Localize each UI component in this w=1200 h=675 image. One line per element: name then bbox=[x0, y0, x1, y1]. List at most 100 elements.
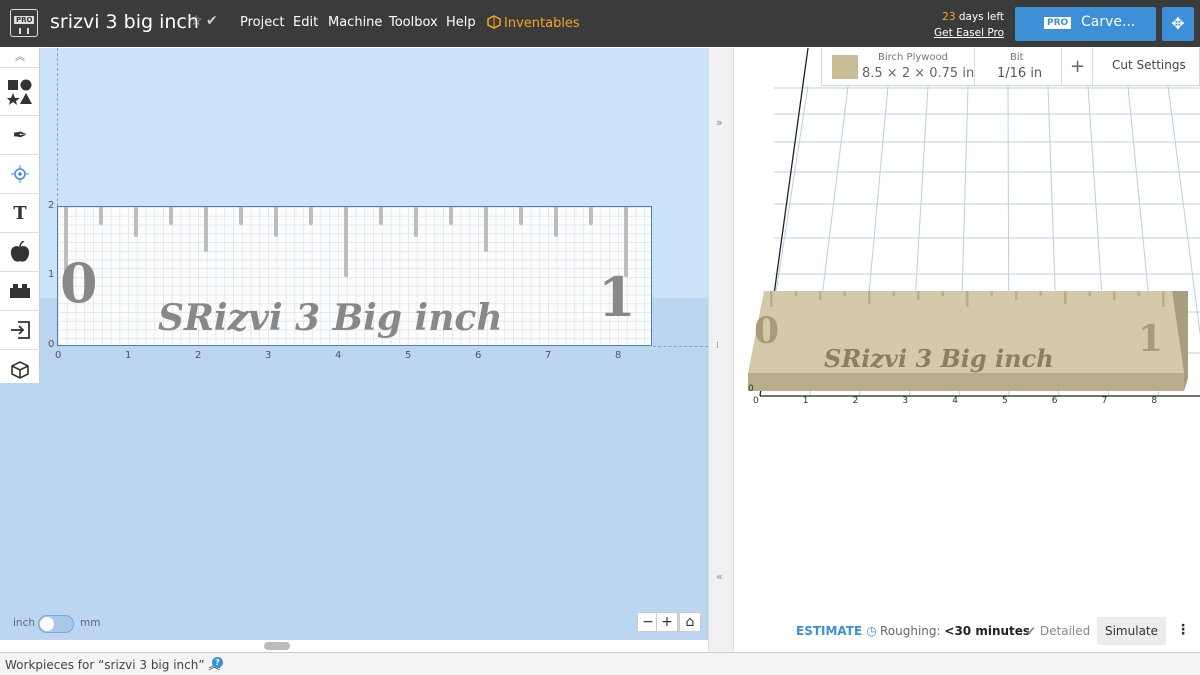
more-options-icon[interactable]: ⋮ bbox=[1176, 622, 1190, 638]
carve-button[interactable]: PRO Carve... bbox=[1015, 7, 1156, 41]
x-axis-label: 0 bbox=[55, 350, 62, 361]
chevron-left-icon[interactable]: « bbox=[716, 570, 723, 583]
x-axis-label: 3 bbox=[265, 350, 272, 361]
menu-machine[interactable]: Machine bbox=[328, 15, 382, 30]
3d-preview[interactable]: 0 1 2 3 4 5 6 7 8 0 0 1 SRizvi 3 Big inch bbox=[734, 48, 1200, 652]
drag-handle-icon[interactable]: ⁞ bbox=[716, 341, 719, 351]
unit-inch-label[interactable]: inch bbox=[13, 617, 35, 629]
trial-info: 23 days left Get Easel Pro bbox=[934, 9, 1004, 41]
ruler-tick bbox=[274, 207, 278, 237]
preview-number-left: 0 bbox=[754, 310, 780, 352]
panel-divider[interactable]: » ⁞ « bbox=[708, 48, 734, 652]
design-canvas-lower[interactable] bbox=[0, 298, 708, 640]
material-name: Birch Plywood bbox=[878, 52, 949, 63]
x-axis-label: 2 bbox=[195, 350, 202, 361]
ruler-tick bbox=[239, 207, 243, 225]
preview-x-label: 5 bbox=[1002, 396, 1008, 406]
menu-project[interactable]: Project bbox=[240, 15, 284, 30]
text-icon[interactable]: T bbox=[0, 194, 40, 233]
box-3d-icon[interactable] bbox=[0, 350, 40, 389]
lego-brick-icon[interactable] bbox=[0, 272, 40, 311]
pen-icon[interactable]: ✒ bbox=[0, 116, 40, 155]
preview-x-label: 1 bbox=[802, 396, 809, 406]
unit-toggle[interactable] bbox=[38, 615, 74, 633]
engraving-text[interactable]: SRizvi 3 Big inch bbox=[158, 297, 503, 339]
carve-pro-badge: PRO bbox=[1044, 17, 1072, 29]
simulate-button[interactable]: Simulate bbox=[1097, 617, 1166, 645]
bit-label: Bit bbox=[1010, 52, 1024, 63]
workpieces-label[interactable]: Workpieces for “srizvi 3 big inch” ︽ bbox=[5, 656, 220, 673]
x-axis-label: 6 bbox=[475, 350, 482, 361]
y-axis-label: 2 bbox=[48, 200, 55, 211]
preview-x-label: 6 bbox=[1051, 396, 1058, 406]
ruler-tick bbox=[414, 207, 418, 237]
y-axis-label: 1 bbox=[48, 269, 55, 280]
ruler-tick bbox=[344, 207, 348, 277]
ruler-tick bbox=[379, 207, 383, 225]
detailed-estimate[interactable]: ✔ Detailed bbox=[1026, 624, 1090, 638]
material-panel[interactable]: Birch Plywood 8.5 × 2 × 0.75 in Bit 1/16… bbox=[821, 48, 1200, 86]
collapse-tools-icon[interactable]: ︽ bbox=[0, 48, 40, 68]
inventables-label: Inventables bbox=[504, 16, 580, 31]
x-axis-label: 8 bbox=[615, 350, 622, 361]
ruler-tick bbox=[169, 207, 173, 225]
carve-label: Carve... bbox=[1081, 14, 1136, 30]
ruler-tick bbox=[589, 207, 593, 225]
trial-days: 23 bbox=[942, 11, 956, 23]
get-easel-pro-link[interactable]: Get Easel Pro bbox=[934, 27, 1004, 39]
preview-x-label: 4 bbox=[952, 396, 958, 406]
roughing-value: <30 minutes bbox=[944, 624, 1031, 638]
ruler-tick bbox=[519, 207, 523, 225]
preview-x-label: 2 bbox=[852, 396, 859, 406]
estimate-label[interactable]: ESTIMATE ◷ bbox=[796, 624, 877, 638]
zoom-in-button[interactable]: + bbox=[656, 612, 678, 632]
ruler-tick bbox=[99, 207, 103, 225]
fullscreen-button[interactable]: ✥ bbox=[1162, 7, 1194, 41]
home-view-button[interactable]: ⌂ bbox=[679, 612, 701, 632]
unit-mm-label[interactable]: mm bbox=[80, 617, 100, 629]
preview-number-right: 1 bbox=[1138, 318, 1164, 360]
menu-toolbox[interactable]: Toolbox bbox=[389, 15, 438, 30]
trial-suffix: days left bbox=[955, 11, 1004, 23]
workpieces-bar[interactable]: Workpieces for “srizvi 3 big inch” ︽ ? bbox=[0, 652, 1200, 675]
apple-apps-icon[interactable] bbox=[0, 233, 40, 272]
top-bar: PRO srizvi 3 big inch ☆ ✔ Project Edit M… bbox=[0, 0, 1200, 47]
clock-icon: ◷ bbox=[866, 624, 877, 638]
roughing-estimate: Roughing: <30 minutes bbox=[880, 624, 1030, 638]
material-swatch[interactable] bbox=[832, 55, 858, 79]
preview-engraving-text: SRizvi 3 Big inch bbox=[824, 344, 1054, 373]
easel-logo-icon[interactable]: PRO bbox=[10, 9, 38, 37]
ruler-tick bbox=[449, 207, 453, 225]
horizontal-scrollbar[interactable] bbox=[264, 642, 290, 650]
ruler-tick bbox=[554, 207, 558, 237]
ruler-tick bbox=[134, 207, 138, 237]
inventables-link[interactable]: Inventables bbox=[487, 15, 580, 31]
material-dimensions[interactable]: 8.5 × 2 × 0.75 in bbox=[862, 66, 974, 81]
roughing-label: Roughing: bbox=[880, 624, 941, 638]
add-bit-button[interactable]: + bbox=[1070, 56, 1085, 77]
preview-x-label: 8 bbox=[1151, 396, 1158, 406]
check-icon: ✔ bbox=[1026, 624, 1037, 638]
preview-origin-label: 0 bbox=[748, 384, 754, 394]
ruler-number-right[interactable]: 1 bbox=[598, 265, 636, 329]
tool-strip: ︽ ✒ T bbox=[0, 48, 40, 383]
ruler-number-left[interactable]: 0 bbox=[60, 251, 98, 315]
menu-edit[interactable]: Edit bbox=[293, 15, 318, 30]
x-axis-label: 5 bbox=[405, 350, 412, 361]
shapes-icon[interactable] bbox=[0, 68, 40, 116]
y-axis-label: 0 bbox=[48, 339, 55, 350]
ruler-tick bbox=[204, 207, 208, 252]
import-icon[interactable] bbox=[0, 311, 40, 350]
bit-value[interactable]: 1/16 in bbox=[997, 66, 1042, 81]
project-title[interactable]: srizvi 3 big inch bbox=[50, 11, 199, 33]
star-icon[interactable]: ☆ bbox=[190, 13, 203, 29]
x-axis-label: 7 bbox=[545, 350, 552, 361]
preview-x-label: 0 bbox=[753, 396, 759, 406]
chevron-right-icon[interactable]: » bbox=[716, 116, 723, 129]
help-icon[interactable]: ? bbox=[212, 657, 223, 668]
workpiece[interactable]: 0 1 SRizvi 3 Big inch bbox=[57, 206, 652, 346]
cut-settings-button[interactable]: Cut Settings bbox=[1112, 58, 1186, 72]
preview-x-label: 7 bbox=[1101, 396, 1108, 406]
target-icon[interactable] bbox=[0, 155, 40, 194]
menu-help[interactable]: Help bbox=[446, 15, 476, 30]
